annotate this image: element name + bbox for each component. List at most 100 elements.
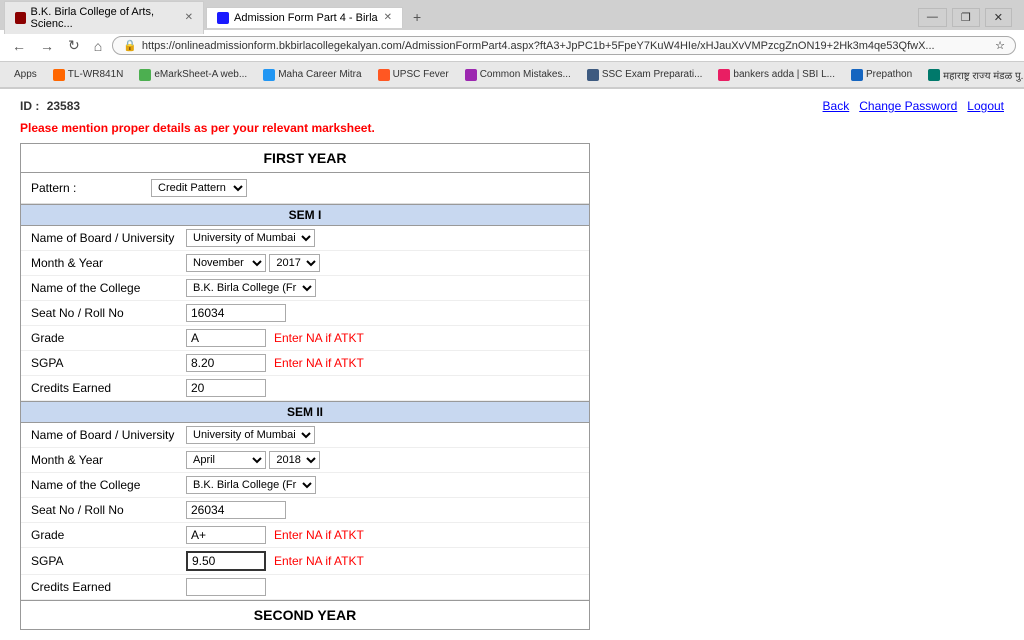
id-label: ID : <box>20 99 39 113</box>
second-year-header: SECOND YEAR <box>21 600 589 629</box>
bookmark-tl-icon <box>53 69 65 81</box>
close-button[interactable]: ✕ <box>985 8 1012 27</box>
back-nav-button[interactable]: ← <box>8 36 30 56</box>
bookmark-maharastra-label: महाराष्ट्र राज्य मंडळ पु... <box>943 68 1024 82</box>
sem1-grade-note: Enter NA if ATKT <box>274 331 364 345</box>
sem2-credits-input[interactable] <box>186 578 266 596</box>
sem2-grade-label: Grade <box>31 528 186 542</box>
sem1-month-select[interactable]: JanuaryFebruaryMarchApril MayJuneJulyAug… <box>186 254 266 272</box>
bookmark-em[interactable]: eMarkSheet-A web... <box>133 68 253 82</box>
sem2-sgpa-input[interactable] <box>186 551 266 571</box>
bookmark-em-label: eMarkSheet-A web... <box>154 69 247 80</box>
sem2-board-select[interactable]: University of Mumbai <box>186 426 315 444</box>
sem1-grade-label: Grade <box>31 331 186 345</box>
sem1-month-row: Month & Year JanuaryFebruaryMarchApril M… <box>21 251 589 276</box>
id-section: ID : 23583 <box>20 99 80 113</box>
tab-bk-close[interactable]: ✕ <box>185 12 193 23</box>
bookmark-maha-icon <box>263 69 275 81</box>
bookmark-em-icon <box>139 69 151 81</box>
first-year-header: FIRST YEAR <box>21 144 589 173</box>
tab-bk[interactable]: B.K. Birla College of Arts, Scienc... ✕ <box>4 1 204 34</box>
lock-icon: 🔒 <box>123 39 137 52</box>
star-icon[interactable]: ☆ <box>995 39 1005 52</box>
bookmark-apps[interactable]: Apps <box>8 68 43 81</box>
sem2-sgpa-label: SGPA <box>31 554 186 568</box>
bookmark-maha[interactable]: Maha Career Mitra <box>257 68 367 82</box>
sem2-month-label: Month & Year <box>31 453 186 467</box>
new-tab-button[interactable]: + <box>405 5 429 29</box>
sem1-credits-input[interactable] <box>186 379 266 397</box>
bookmark-common[interactable]: Common Mistakes... <box>459 68 577 82</box>
bookmark-prep[interactable]: Prepathon <box>845 68 918 82</box>
sem2-sgpa-note: Enter NA if ATKT <box>274 554 364 568</box>
sem2-college-select[interactable]: B.K. Birla College (Fr <box>186 476 316 494</box>
bookmark-bankers[interactable]: bankers adda | SBI L... <box>712 68 841 82</box>
sem2-grade-note: Enter NA if ATKT <box>274 528 364 542</box>
page-content: ID : 23583 Back Change Password Logout P… <box>0 89 1024 640</box>
sem1-credits-label: Credits Earned <box>31 381 186 395</box>
maximize-button[interactable]: ❐ <box>952 8 980 27</box>
pattern-select[interactable]: Credit Pattern Grade Pattern Marks Patte… <box>151 179 247 197</box>
address-bar: ← → ↻ ⌂ 🔒 https://onlineadmissionform.bk… <box>0 30 1024 62</box>
back-link[interactable]: Back <box>823 99 850 113</box>
sem2-year-select[interactable]: 201520162017201820192020 <box>269 451 320 469</box>
bookmark-upsc-label: UPSC Fever <box>393 69 449 80</box>
tab-admission[interactable]: Admission Form Part 4 - Birla ✕ <box>206 7 403 28</box>
bookmark-ssc[interactable]: SSC Exam Preparati... <box>581 68 709 82</box>
sem2-college-label: Name of the College <box>31 478 186 492</box>
window-controls: — ❐ ✕ <box>918 8 1020 27</box>
browser-chrome: B.K. Birla College of Arts, Scienc... ✕ … <box>0 0 1024 89</box>
url-icons: ☆ <box>995 39 1005 52</box>
sem2-header: SEM II <box>21 401 589 423</box>
sem2-credits-label: Credits Earned <box>31 580 186 594</box>
tab-favicon-bk <box>15 12 26 24</box>
sem2-seat-input[interactable] <box>186 501 286 519</box>
sem1-sgpa-note: Enter NA if ATKT <box>274 356 364 370</box>
page-header: ID : 23583 Back Change Password Logout <box>20 99 1004 113</box>
sem2-college-row: Name of the College B.K. Birla College (… <box>21 473 589 498</box>
minimize-button[interactable]: — <box>918 8 947 27</box>
warning-text: Please mention proper details as per you… <box>20 121 1004 135</box>
pattern-label: Pattern : <box>31 181 151 195</box>
bookmark-apps-label: Apps <box>14 69 37 80</box>
sem2-seat-row: Seat No / Roll No <box>21 498 589 523</box>
bookmark-ssc-icon <box>587 69 599 81</box>
sem1-board-row: Name of Board / University University of… <box>21 226 589 251</box>
bookmark-maharastra[interactable]: महाराष्ट्र राज्य मंडळ पु... <box>922 67 1024 83</box>
sem1-sgpa-input[interactable] <box>186 354 266 372</box>
sem1-seat-row: Seat No / Roll No <box>21 301 589 326</box>
bookmark-upsc-icon <box>378 69 390 81</box>
sem1-seat-input[interactable] <box>186 304 286 322</box>
bookmark-tl[interactable]: TL-WR841N <box>47 68 130 82</box>
tab-bar: B.K. Birla College of Arts, Scienc... ✕ … <box>0 0 1024 30</box>
sem1-header: SEM I <box>21 204 589 226</box>
bookmark-bankers-icon <box>718 69 730 81</box>
tab-bk-label: B.K. Birla College of Arts, Scienc... <box>31 6 179 30</box>
logout-link[interactable]: Logout <box>967 99 1004 113</box>
id-value: 23583 <box>47 99 80 113</box>
sem1-seat-label: Seat No / Roll No <box>31 306 186 320</box>
sem1-year-select[interactable]: 201520162017201820192020 <box>269 254 320 272</box>
sem2-month-select[interactable]: JanuaryFebruaryMarchApril MayJuneJulyAug… <box>186 451 266 469</box>
bookmark-maha-label: Maha Career Mitra <box>278 69 361 80</box>
sem1-college-select[interactable]: B.K. Birla College (Fr <box>186 279 316 297</box>
forward-nav-button[interactable]: → <box>36 36 58 56</box>
bookmark-maharastra-icon <box>928 69 940 81</box>
home-button[interactable]: ⌂ <box>90 36 106 56</box>
sem2-grade-input[interactable] <box>186 526 266 544</box>
sem1-grade-input[interactable] <box>186 329 266 347</box>
bookmark-upsc[interactable]: UPSC Fever <box>372 68 455 82</box>
bookmark-common-label: Common Mistakes... <box>480 69 571 80</box>
sem1-college-label: Name of the College <box>31 281 186 295</box>
form-container: FIRST YEAR Pattern : Credit Pattern Grad… <box>20 143 590 630</box>
sem1-board-select[interactable]: University of Mumbai <box>186 229 315 247</box>
sem2-board-row: Name of Board / University University of… <box>21 423 589 448</box>
bookmarks-bar: Apps TL-WR841N eMarkSheet-A web... Maha … <box>0 62 1024 88</box>
change-password-link[interactable]: Change Password <box>859 99 957 113</box>
sem2-grade-row: Grade Enter NA if ATKT <box>21 523 589 548</box>
reload-button[interactable]: ↻ <box>64 35 84 56</box>
url-box[interactable]: 🔒 https://onlineadmissionform.bkbirlacol… <box>112 36 1016 55</box>
sem1-board-label: Name of Board / University <box>31 231 186 245</box>
bookmark-ssc-label: SSC Exam Preparati... <box>602 69 703 80</box>
tab-admission-close[interactable]: ✕ <box>384 12 392 23</box>
